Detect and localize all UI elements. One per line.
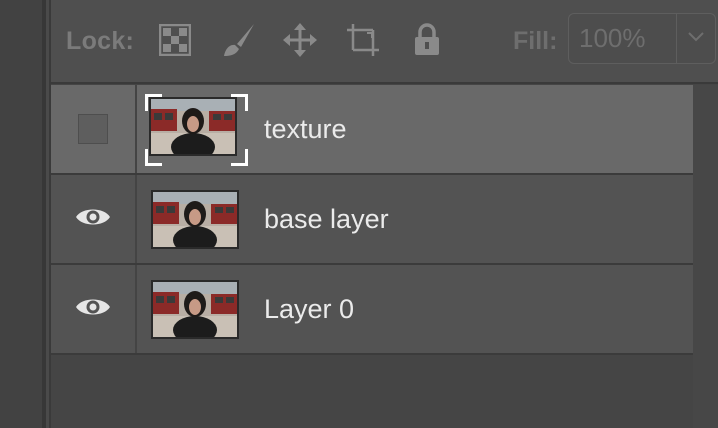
layer-name[interactable]: base layer: [264, 175, 389, 263]
eye-icon[interactable]: [75, 296, 111, 323]
layer-name[interactable]: Layer 0: [264, 265, 354, 353]
layer-thumbnail[interactable]: [149, 97, 237, 156]
visibility-toggle[interactable]: [51, 175, 137, 263]
visibility-toggle[interactable]: [51, 265, 137, 353]
lock-position-icon[interactable]: [282, 22, 318, 58]
layers-list: texture base layer Layer 0: [51, 85, 693, 355]
lock-label: Lock:: [66, 27, 135, 55]
eye-icon[interactable]: [75, 206, 111, 233]
photo-thumbnail-icon: [153, 282, 237, 337]
lock-bar: Lock: Fill: 100%: [51, 0, 718, 84]
lock-image-pixels-icon[interactable]: [221, 22, 257, 58]
fill-label: Fill:: [513, 27, 558, 55]
lock-transparent-pixels-icon[interactable]: [157, 22, 193, 58]
selection-corner: [231, 94, 248, 111]
visibility-toggle[interactable]: [51, 85, 137, 173]
photo-thumbnail-icon: [151, 99, 235, 154]
layer-row-texture[interactable]: texture: [51, 85, 693, 175]
layer-thumbnail[interactable]: [151, 190, 239, 249]
scrollbar-track[interactable]: [693, 85, 718, 428]
layer-name[interactable]: texture: [264, 85, 347, 173]
layers-panel: Lock: Fill: 100% texture base layer Laye…: [0, 0, 718, 428]
selection-corner: [145, 94, 162, 111]
fill-dropdown-button[interactable]: [676, 13, 716, 64]
layer-thumbnail[interactable]: [151, 280, 239, 339]
lock-artboard-icon[interactable]: [345, 22, 381, 58]
layer-row-layer-0[interactable]: Layer 0: [51, 265, 693, 355]
photo-thumbnail-icon: [153, 192, 237, 247]
selection-corner: [231, 149, 248, 166]
lock-all-icon[interactable]: [409, 22, 445, 58]
left-strip: [0, 0, 42, 428]
visibility-off-box: [78, 114, 108, 144]
selection-corner: [145, 149, 162, 166]
chevron-down-icon: [687, 30, 705, 48]
layer-row-base-layer[interactable]: base layer: [51, 175, 693, 265]
fill-input[interactable]: 100%: [568, 13, 678, 64]
